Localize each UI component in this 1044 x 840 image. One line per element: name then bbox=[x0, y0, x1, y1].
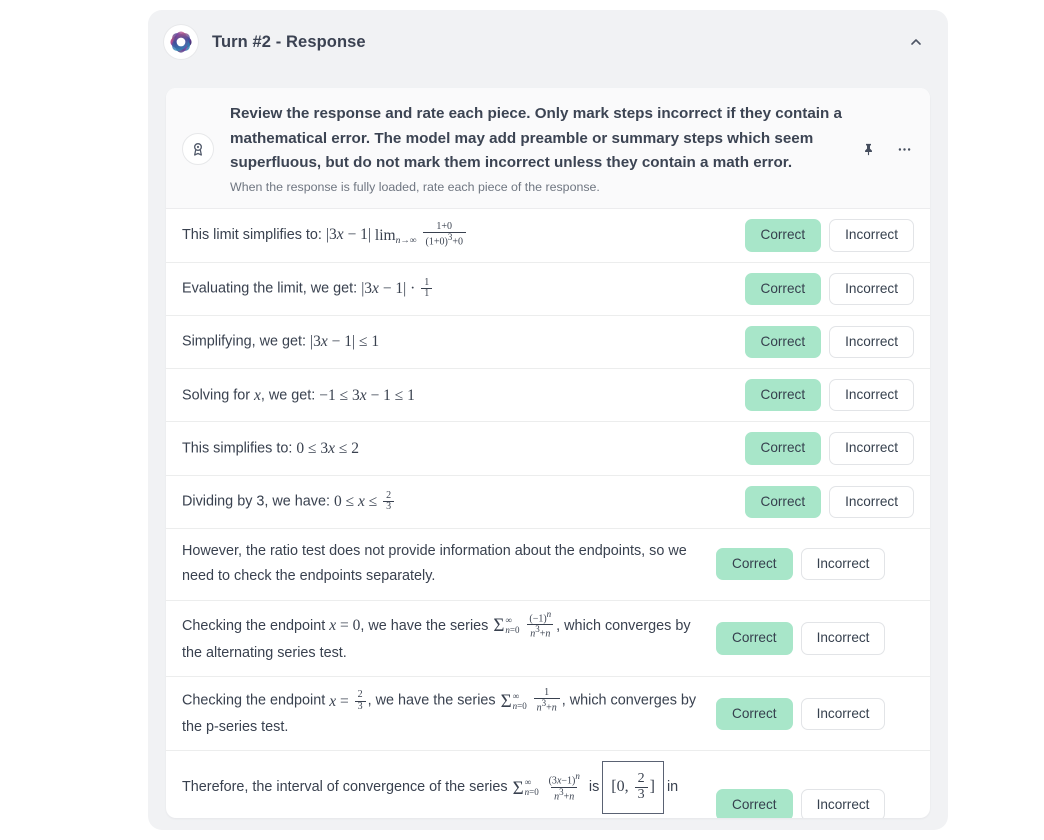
table-row: Solving for x, we get: −1 ≤ 3x − 1 ≤ 1 C… bbox=[166, 369, 930, 423]
step-math: 0 ≤ 3x ≤ 2 bbox=[296, 440, 360, 458]
award-badge-icon bbox=[182, 133, 214, 166]
incorrect-button[interactable]: Incorrect bbox=[829, 432, 914, 465]
instruction-banner: Review the response and rate each piece.… bbox=[166, 88, 930, 210]
step-math: 0 ≤ x ≤ 23 bbox=[334, 488, 396, 515]
table-row: Checking the endpoint x = 0, we have the… bbox=[166, 601, 930, 678]
step-mid: is bbox=[588, 779, 600, 796]
incorrect-button[interactable]: Incorrect bbox=[800, 788, 886, 818]
instruction-text-block: Review the response and rate each piece.… bbox=[230, 102, 848, 196]
response-rating-card: Review the response and rate each piece.… bbox=[166, 88, 930, 818]
step-var: x bbox=[254, 386, 261, 404]
incorrect-button[interactable]: Incorrect bbox=[829, 272, 914, 305]
step-text: Therefore, the interval of convergence o… bbox=[182, 761, 716, 818]
instruction-secondary-text: When the response is fully loaded, rate … bbox=[230, 179, 600, 194]
step-lead-tail: , we get: bbox=[260, 387, 316, 404]
correct-button[interactable]: Correct bbox=[744, 379, 822, 412]
incorrect-button[interactable]: Incorrect bbox=[829, 379, 914, 412]
incorrect-button[interactable]: Incorrect bbox=[829, 485, 914, 519]
step-text: However, the ratio test does not provide… bbox=[182, 543, 687, 585]
turn-card-header: Turn #2 - Response bbox=[148, 10, 948, 74]
rating-buttons: Correct Incorrect bbox=[744, 219, 914, 252]
step-mid: , we have the series bbox=[367, 692, 496, 709]
rating-buttons: Correct Incorrect bbox=[716, 697, 886, 730]
step-endpoint: x = 0 bbox=[329, 617, 361, 635]
step-math: |3x − 1| ≤ 1 bbox=[309, 333, 380, 351]
incorrect-button[interactable]: Incorrect bbox=[800, 622, 886, 655]
rating-buttons: Correct Incorrect bbox=[744, 272, 914, 305]
step-lead: Evaluating the limit, we get: bbox=[182, 280, 358, 297]
step-text: This limit simplifies to: |3x − 1| lim n→… bbox=[182, 221, 745, 249]
correct-button[interactable]: Correct bbox=[716, 622, 793, 655]
correct-button[interactable]: Correct bbox=[716, 788, 793, 818]
page-title: Turn #2 - Response bbox=[212, 32, 366, 51]
step-series: Σ ∞ n=0 (3x−1)n n3+n bbox=[512, 770, 580, 803]
step-lead: Checking the endpoint bbox=[182, 692, 326, 709]
rating-rows: This limit simplifies to: |3x − 1| lim n→… bbox=[166, 209, 930, 818]
step-text: Simplifying, we get: |3x − 1| ≤ 1 bbox=[182, 328, 745, 355]
step-text: Checking the endpoint x = 0, we have the… bbox=[182, 609, 716, 667]
brand-ring-icon bbox=[164, 25, 198, 59]
correct-button[interactable]: Correct bbox=[744, 432, 822, 465]
table-row: This limit simplifies to: |3x − 1| lim n→… bbox=[166, 209, 930, 263]
incorrect-button[interactable]: Incorrect bbox=[829, 325, 914, 359]
instruction-primary-text: Review the response and rate each piece.… bbox=[230, 105, 842, 172]
step-lead: Simplifying, we get: bbox=[182, 333, 306, 350]
incorrect-button[interactable]: Incorrect bbox=[800, 548, 886, 581]
correct-button[interactable]: Correct bbox=[744, 485, 822, 519]
incorrect-button[interactable]: Incorrect bbox=[829, 219, 914, 252]
app-root: Turn #2 - Response Review the response a… bbox=[0, 0, 1044, 840]
step-lead: This simplifies to: bbox=[182, 440, 293, 457]
instruction-actions bbox=[848, 139, 914, 159]
step-text: Solving for x, we get: −1 ≤ 3x − 1 ≤ 1 bbox=[182, 382, 745, 409]
rating-buttons: Correct Incorrect bbox=[744, 325, 914, 359]
correct-button[interactable]: Correct bbox=[716, 548, 793, 581]
correct-button[interactable]: Correct bbox=[744, 272, 822, 305]
step-math: |3x − 1| lim n→∞ 1+0 (1+0)3+0 bbox=[326, 221, 468, 249]
step-mid: , we have the series bbox=[360, 617, 489, 634]
correct-button[interactable]: Correct bbox=[716, 697, 793, 730]
table-row: However, the ratio test does not provide… bbox=[166, 529, 930, 601]
ellipsis-icon[interactable] bbox=[894, 139, 914, 159]
table-row: Evaluating the limit, we get: |3x − 1| ·… bbox=[166, 263, 930, 316]
step-text: This simplifies to: 0 ≤ 3x ≤ 2 bbox=[182, 435, 745, 462]
step-math: −1 ≤ 3x − 1 ≤ 1 bbox=[319, 386, 415, 404]
step-lead: Solving for bbox=[182, 387, 250, 404]
chevron-up-icon[interactable] bbox=[902, 28, 930, 56]
rating-buttons: Correct Incorrect bbox=[744, 379, 914, 412]
turn-card: Turn #2 - Response Review the response a… bbox=[148, 10, 948, 830]
step-text: Evaluating the limit, we get: |3x − 1| ·… bbox=[182, 275, 745, 302]
step-lead: This limit simplifies to: bbox=[182, 227, 322, 244]
rating-buttons: Correct Incorrect bbox=[744, 432, 914, 465]
step-lead: Therefore, the interval of convergence o… bbox=[182, 779, 508, 796]
correct-button[interactable]: Correct bbox=[744, 219, 822, 252]
rating-buttons: Correct Incorrect bbox=[744, 485, 914, 519]
table-row: Therefore, the interval of convergence o… bbox=[166, 751, 930, 818]
step-series: Σ ∞ n=0 1 n3+n bbox=[500, 687, 562, 715]
step-text: Checking the endpoint x = 23, we have th… bbox=[182, 687, 716, 740]
step-math: |3x − 1| · 11 bbox=[361, 275, 434, 302]
table-row: Dividing by 3, we have: 0 ≤ x ≤ 23 Corre… bbox=[166, 476, 930, 530]
table-row: Simplifying, we get: |3x − 1| ≤ 1 Correc… bbox=[166, 316, 930, 370]
step-endpoint: x = 23 bbox=[329, 688, 367, 715]
rating-buttons: Correct Incorrect bbox=[716, 622, 886, 655]
correct-button[interactable]: Correct bbox=[744, 325, 822, 359]
step-series: Σ ∞ n=0 (−1)n n3+n bbox=[492, 609, 556, 642]
step-lead: Checking the endpoint bbox=[182, 617, 326, 634]
incorrect-button[interactable]: Incorrect bbox=[800, 697, 886, 730]
rating-buttons: Correct Incorrect bbox=[716, 548, 886, 581]
boxed-answer: [0, 2 3] bbox=[602, 761, 664, 814]
step-lead: Dividing by 3, we have: bbox=[182, 493, 330, 510]
pin-icon[interactable] bbox=[858, 139, 878, 159]
rating-buttons: Correct Incorrect bbox=[716, 788, 886, 818]
table-row: This simplifies to: 0 ≤ 3x ≤ 2 Correct I… bbox=[166, 422, 930, 476]
table-row: Checking the endpoint x = 23, we have th… bbox=[166, 677, 930, 752]
step-text: Dividing by 3, we have: 0 ≤ x ≤ 23 bbox=[182, 488, 745, 515]
